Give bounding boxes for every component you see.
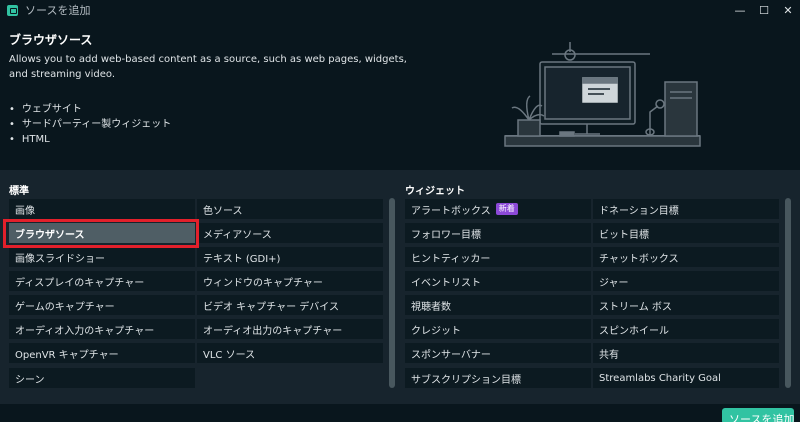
title-bar: ソースを追加 — ☐ ✕ — [0, 0, 800, 20]
minimize-button[interactable]: — — [728, 0, 752, 20]
source-item-display-capture[interactable]: ディスプレイのキャプチャー — [9, 271, 195, 291]
widget-item-bit-goal[interactable]: ビット目標 — [593, 223, 779, 243]
widget-item-viewer-count[interactable]: 視聴者数 — [405, 295, 591, 315]
widget-item-alert-box[interactable]: アラートボックス 新着 — [405, 199, 591, 219]
feature-item: ウェブサイト — [9, 102, 171, 117]
source-title: ブラウザソース — [9, 33, 93, 47]
widget-item-share[interactable]: 共有 — [593, 343, 779, 363]
widget-item-jar[interactable]: ジャー — [593, 271, 779, 291]
feature-list: ウェブサイト サードパーティー製ウィジェット HTML — [9, 102, 171, 147]
source-item-openvr-capture[interactable]: OpenVR キャプチャー — [9, 343, 195, 363]
source-item-image-slideshow[interactable]: 画像スライドショー — [9, 247, 195, 267]
source-item-game-capture[interactable]: ゲームのキャプチャー — [9, 295, 195, 315]
widget-item-label: アラートボックス — [411, 205, 491, 217]
widget-item-credits[interactable]: クレジット — [405, 319, 591, 339]
source-item-video-capture-device[interactable]: ビデオ キャプチャー デバイス — [197, 295, 383, 315]
standard-scroll-thumb[interactable] — [389, 198, 395, 388]
source-item-media-source[interactable]: メディアソース — [197, 223, 383, 243]
source-item-scene[interactable]: シーン — [9, 368, 195, 388]
source-item-audio-output-capture[interactable]: オーディオ出力のキャプチャー — [197, 319, 383, 339]
add-source-button[interactable]: ソースを追加 — [722, 408, 794, 422]
standard-scrollbar[interactable] — [389, 198, 395, 388]
close-button[interactable]: ✕ — [776, 0, 800, 20]
feature-item: サードパーティー製ウィジェット — [9, 117, 171, 132]
widget-item-donation-goal[interactable]: ドネーション目標 — [593, 199, 779, 219]
widget-item-sponsor-banner[interactable]: スポンサーバナー — [405, 343, 591, 363]
widget-item-follower-goal[interactable]: フォロワー目標 — [405, 223, 591, 243]
source-info-panel: ブラウザソース Allows you to add web-based cont… — [0, 20, 800, 170]
selection-highlight — [3, 219, 199, 248]
widget-item-event-list[interactable]: イベントリスト — [405, 271, 591, 291]
footer-bar — [0, 404, 800, 422]
widget-item-subscription-goal[interactable]: サブスクリプション目標 — [405, 368, 591, 388]
source-description: Allows you to add web-based content as a… — [9, 54, 407, 80]
source-item-audio-input-capture[interactable]: オーディオ入力のキャプチャー — [9, 319, 195, 339]
widget-item-chat-box[interactable]: チャットボックス — [593, 247, 779, 267]
widget-scroll-thumb[interactable] — [785, 198, 791, 388]
browser-source-illustration-icon — [504, 42, 701, 147]
widget-item-tip-ticker[interactable]: ヒントティッカー — [405, 247, 591, 267]
app-logo-icon — [7, 4, 18, 16]
widget-item-spin-wheel[interactable]: スピンホイール — [593, 319, 779, 339]
widget-scrollbar[interactable] — [785, 198, 791, 388]
source-item-text-gdi[interactable]: テキスト (GDI+) — [197, 247, 383, 267]
widget-section-label: ウィジェット — [405, 186, 465, 197]
source-item-color-source[interactable]: 色ソース — [197, 199, 383, 219]
feature-item: HTML — [9, 132, 171, 147]
window-controls: — ☐ ✕ — [728, 0, 800, 20]
widget-item-stream-boss[interactable]: ストリーム ボス — [593, 295, 779, 315]
source-item-window-capture[interactable]: ウィンドウのキャプチャー — [197, 271, 383, 291]
window-title: ソースを追加 — [25, 4, 91, 17]
maximize-button[interactable]: ☐ — [752, 0, 776, 20]
widget-item-charity-goal[interactable]: Streamlabs Charity Goal — [593, 368, 779, 388]
new-badge: 新着 — [495, 203, 518, 215]
source-item-image[interactable]: 画像 — [9, 199, 195, 219]
standard-section-label: 標準 — [9, 186, 29, 197]
source-item-vlc-source[interactable]: VLC ソース — [197, 343, 383, 363]
